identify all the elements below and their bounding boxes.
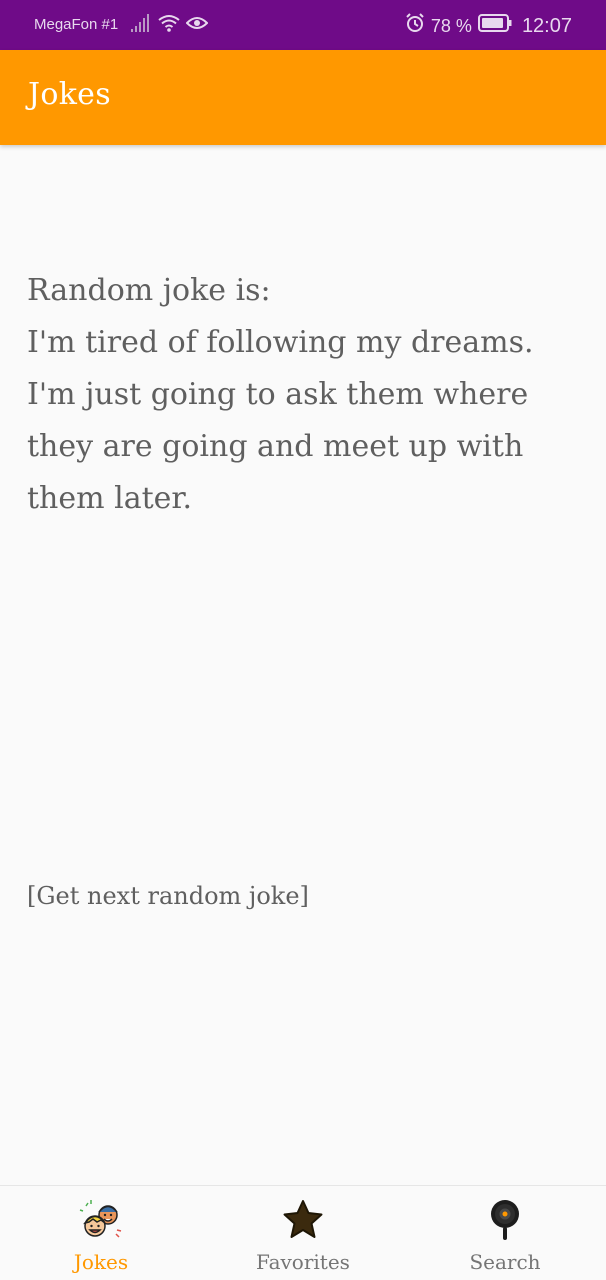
app-bar: Jokes [0, 50, 606, 145]
nav-label-favorites: Favorites [256, 1250, 350, 1274]
nav-label-jokes: Jokes [73, 1250, 129, 1274]
nav-item-jokes[interactable]: Jokes [0, 1186, 202, 1280]
carrier-name: MegaFon #1 [34, 16, 119, 33]
search-pan-icon [483, 1198, 527, 1246]
jokes-faces-icon [79, 1198, 123, 1246]
clock: 12:07 [521, 14, 572, 37]
bottom-navigation: Jokes Favorites Search [0, 1185, 606, 1280]
app-screen: MegaFon #1 78 % 12:07 Jokes Random joke … [0, 0, 606, 1280]
joke-text: I'm tired of following my dreams. I'm ju… [27, 325, 534, 516]
battery-icon [477, 14, 512, 38]
status-icons-right: 78 % 12:07 [405, 13, 572, 39]
battery-percent: 78 % [430, 15, 472, 36]
nav-item-favorites[interactable]: Favorites [202, 1186, 404, 1280]
joke-heading: Random joke is: [27, 273, 271, 308]
next-joke-button[interactable]: [Get next random joke] [27, 882, 309, 910]
nav-item-search[interactable]: Search [404, 1186, 606, 1280]
joke-block: Random joke is: I'm tired of following m… [27, 265, 567, 525]
status-icons-left [130, 13, 209, 38]
status-bar: MegaFon #1 78 % 12:07 [0, 0, 606, 50]
page-title: Jokes [28, 77, 111, 112]
wifi-icon [157, 13, 181, 38]
nav-label-search: Search [469, 1250, 541, 1274]
eye-icon [185, 15, 209, 36]
alarm-icon [405, 13, 425, 39]
signal-icon [130, 13, 152, 37]
star-icon [281, 1198, 325, 1246]
